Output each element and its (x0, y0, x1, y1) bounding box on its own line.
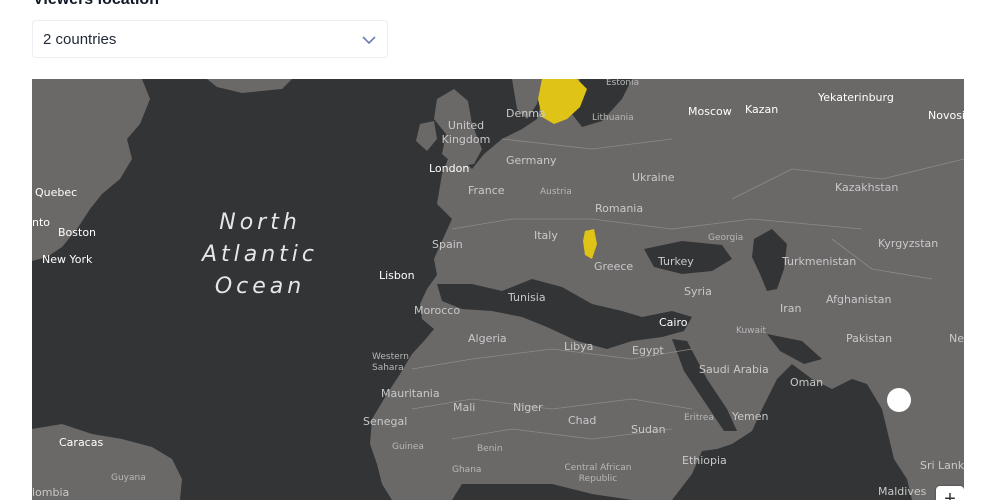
label-senegal: Senegal (363, 415, 408, 428)
label-ukraine: Ukraine (632, 171, 675, 184)
location-marker[interactable] (887, 388, 911, 412)
label-mali: Mali (453, 401, 476, 414)
country-select[interactable]: 2 countries (32, 20, 388, 58)
label-quebec: Quebec (35, 186, 78, 199)
label-toronto: nto (32, 216, 51, 229)
label-denmark: Denma (506, 107, 546, 120)
page: Viewers location 2 countries (0, 0, 1000, 500)
label-saudi-arabia: Saudi Arabia (699, 363, 769, 376)
label-turkmenistan: Turkmenistan (782, 255, 857, 268)
ocean-label-line-3: Ocean (214, 274, 306, 299)
label-egypt: Egypt (632, 344, 664, 357)
label-colombia: lombia (32, 486, 70, 499)
label-morocco: Morocco (414, 304, 461, 317)
label-lisbon: Lisbon (379, 269, 415, 282)
label-sri-lanka: Sri Lank (920, 459, 964, 472)
label-chad: Chad (568, 414, 597, 427)
label-cairo: Cairo (659, 316, 688, 329)
label-maldives: Maldives (878, 485, 927, 498)
label-tunisia: Tunisia (508, 291, 546, 304)
label-austria: Austria (540, 187, 572, 197)
label-iran: Iran (780, 302, 802, 315)
label-greece: Greece (594, 260, 634, 273)
label-moscow: Moscow (688, 105, 732, 118)
label-yekaterinburg: Yekaterinburg (818, 91, 894, 104)
map-land-svg (32, 79, 964, 500)
label-romania: Romania (595, 202, 644, 215)
label-germany: Germany (506, 154, 557, 167)
label-ghana: Ghana (452, 465, 482, 475)
label-yemen: Yemen (732, 410, 769, 423)
label-turkey: Turkey (658, 255, 694, 268)
label-united-kingdom: United Kingdom (441, 119, 491, 146)
label-guinea: Guinea (392, 442, 424, 452)
label-kazan: Kazan (745, 103, 779, 116)
world-map[interactable]: North Atlantic Ocean Estonia Moscow Kaza… (32, 79, 964, 500)
label-kuwait: Kuwait (736, 326, 767, 336)
ocean-label-line-2: Atlantic (201, 242, 319, 267)
label-oman: Oman (790, 376, 824, 389)
chevron-down-icon (362, 36, 376, 45)
label-western-sahara: Western Sahara (372, 352, 409, 373)
label-new-york: New York (42, 253, 93, 266)
label-sudan: Sudan (631, 423, 666, 436)
label-niger: Niger (513, 401, 543, 414)
country-select-value: 2 countries (43, 31, 117, 48)
label-central-african-republic: Central African Republic (564, 463, 632, 484)
label-guyana: Guyana (111, 473, 146, 483)
label-pakistan: Pakistan (846, 332, 893, 345)
label-novosibirsk: Novosi (928, 109, 964, 122)
ocean-label-line-1: North (219, 210, 301, 235)
label-lithuania: Lithuania (592, 113, 634, 123)
label-afghanistan: Afghanistan (826, 293, 892, 306)
label-italy: Italy (534, 229, 558, 242)
label-libya: Libya (564, 340, 594, 353)
label-mauritania: Mauritania (381, 387, 440, 400)
ocean-label: North Atlantic Ocean (190, 207, 330, 303)
label-london: London (429, 162, 470, 175)
label-kyrgyzstan: Kyrgyzstan (878, 237, 939, 250)
label-benin: Benin (477, 444, 503, 454)
zoom-in-button[interactable]: + (936, 486, 964, 500)
label-nepal: Ne (949, 332, 964, 345)
land-greenland-tip (207, 79, 292, 93)
label-kazakhstan: Kazakhstan (835, 181, 899, 194)
land-ireland (416, 121, 437, 151)
label-eritrea: Eritrea (684, 413, 714, 423)
label-ethiopia: Ethiopia (682, 454, 727, 467)
label-georgia: Georgia (708, 233, 744, 243)
label-boston: Boston (58, 226, 97, 239)
label-france: France (468, 184, 505, 197)
label-estonia: Estonia (606, 79, 640, 88)
label-spain: Spain (432, 238, 463, 251)
label-syria: Syria (684, 285, 712, 298)
section-heading: Viewers location (33, 0, 159, 9)
label-algeria: Algeria (468, 332, 507, 345)
label-caracas: Caracas (59, 436, 104, 449)
